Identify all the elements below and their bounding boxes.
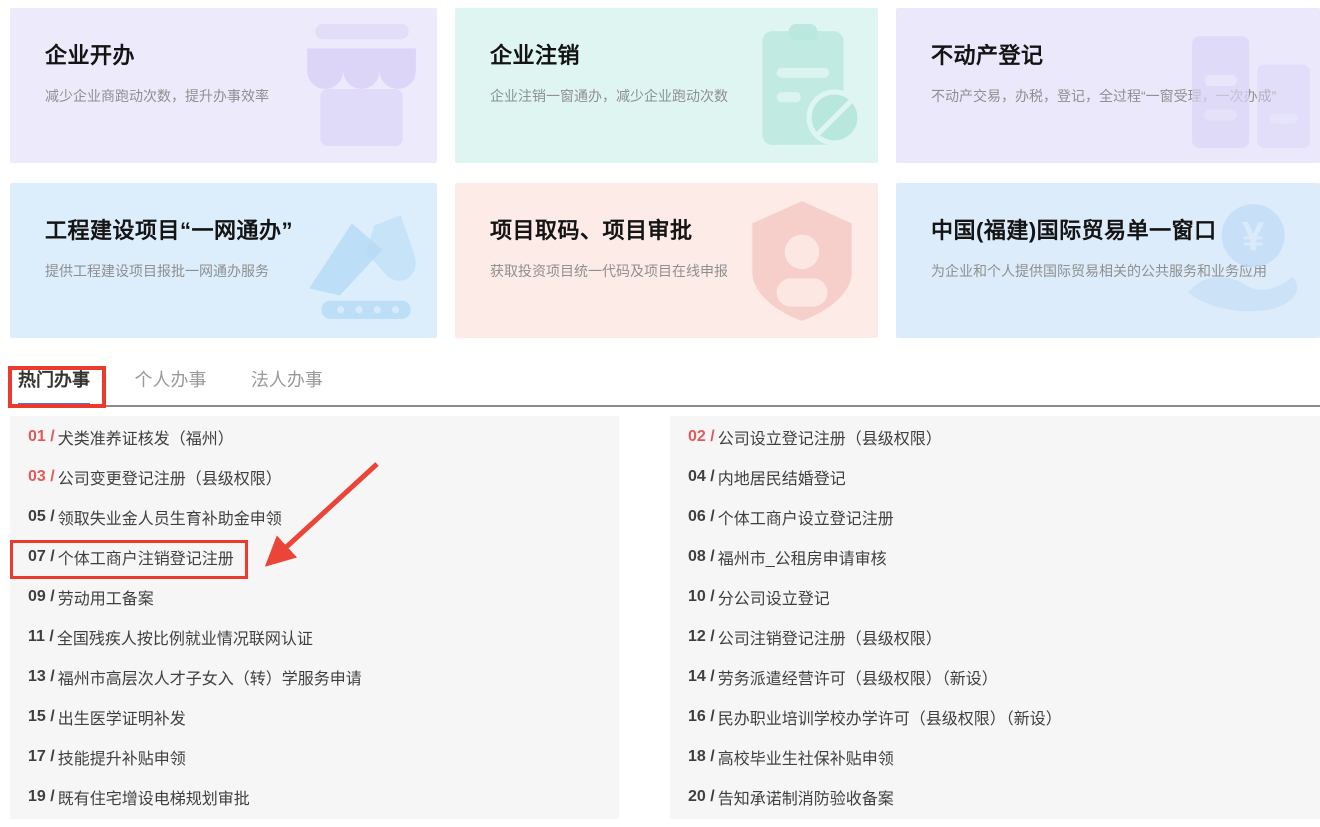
list-item-15[interactable]: 15 / 出生医学证明补发 [10, 697, 619, 737]
item-number: 15 / [28, 708, 55, 726]
card-subtitle: 获取投资项目统一代码及项目在线申报 [490, 260, 838, 282]
card-subtitle: 不动产交易，办税，登记，全过程“一窗受理，一次办成” [931, 85, 1279, 107]
feature-card[interactable]: 项目取码、项目审批 获取投资项目统一代码及项目在线申报 [455, 183, 878, 338]
list-item-16[interactable]: 16 / 民办职业培训学校办学许可（县级权限）（新设） [670, 697, 1320, 737]
item-number: 18 / [688, 748, 715, 766]
item-label: 个体工商户注销登记注册 [58, 545, 234, 569]
hot-items-column-left: 01 / 犬类准养证核发（福州） 03 / 公司变更登记注册（县级权限） 05 … [10, 416, 619, 819]
item-number: 05 / [28, 508, 55, 526]
item-number: 19 / [28, 788, 55, 806]
card-subtitle: 为企业和个人提供国际贸易相关的公共服务和业务应用 [931, 260, 1279, 282]
list-item-09[interactable]: 09 / 劳动用工备案 [10, 577, 619, 617]
feature-card[interactable]: 工程建设项目“一网通办” 提供工程建设项目报批一网通办服务 [10, 183, 437, 338]
item-number: 14 / [688, 668, 715, 686]
item-label: 劳动用工备案 [58, 585, 154, 609]
item-number: 08 / [688, 548, 715, 566]
item-label: 告知承诺制消防验收备案 [718, 785, 894, 809]
list-item-04[interactable]: 04 / 内地居民结婚登记 [670, 457, 1320, 497]
feature-card[interactable]: 企业开办 减少企业商跑动次数，提升办事效率 [10, 8, 437, 163]
card-subtitle: 减少企业商跑动次数，提升办事效率 [45, 85, 393, 107]
feature-card[interactable]: 企业注销 企业注销一窗通办，减少企业跑动次数 [455, 8, 878, 163]
item-label: 福州市_公租房申请审核 [718, 545, 887, 569]
card-subtitle: 提供工程建设项目报批一网通办服务 [45, 260, 393, 282]
item-number: 11 / [28, 628, 54, 646]
services-page: 企业开办 减少企业商跑动次数，提升办事效率 企业注销 企业注销一窗通办，减少企业… [0, 0, 1320, 827]
item-number: 09 / [28, 588, 55, 606]
tabs-bar: 热门办事 个人办事 法人办事 [10, 338, 1320, 407]
list-item-02[interactable]: 02 / 公司设立登记注册（县级权限） [670, 417, 1320, 457]
list-item-12[interactable]: 12 / 公司注销登记注册（县级权限） [670, 617, 1320, 657]
hot-items-column-right: 02 / 公司设立登记注册（县级权限） 04 / 内地居民结婚登记 06 / 个… [670, 416, 1320, 819]
card-title: 项目取码、项目审批 [490, 213, 878, 245]
item-label: 内地居民结婚登记 [718, 465, 846, 489]
item-label: 全国残疾人按比例就业情况联网认证 [57, 625, 313, 649]
item-label: 劳务派遣经营许可（县级权限）（新设） [718, 665, 998, 689]
item-label: 既有住宅增设电梯规划审批 [58, 785, 250, 809]
item-number: 17 / [28, 748, 55, 766]
list-item-14[interactable]: 14 / 劳务派遣经营许可（县级权限）（新设） [670, 657, 1320, 697]
card-subtitle: 企业注销一窗通办，减少企业跑动次数 [490, 85, 838, 107]
list-item-06[interactable]: 06 / 个体工商户设立登记注册 [670, 497, 1320, 537]
list-item-13[interactable]: 13 / 福州市高层次人才子女入（转）学服务申请 [10, 657, 619, 697]
item-number: 02 / [688, 428, 715, 446]
card-title: 企业注销 [490, 38, 878, 70]
item-number: 07 / [28, 548, 55, 566]
item-label: 犬类准养证核发（福州） [58, 425, 234, 449]
list-item-10[interactable]: 10 / 分公司设立登记 [670, 577, 1320, 617]
item-label: 个体工商户设立登记注册 [718, 505, 894, 529]
list-item-20[interactable]: 20 / 告知承诺制消防验收备案 [670, 777, 1320, 817]
card-title: 工程建设项目“一网通办” [45, 213, 437, 245]
item-number: 10 / [688, 588, 715, 606]
item-number: 01 / [28, 428, 55, 446]
item-label: 分公司设立登记 [718, 585, 830, 609]
list-item-03[interactable]: 03 / 公司变更登记注册（县级权限） [10, 457, 619, 497]
feature-cards: 企业开办 减少企业商跑动次数，提升办事效率 企业注销 企业注销一窗通办，减少企业… [10, 8, 1320, 338]
item-label: 公司变更登记注册（县级权限） [58, 465, 282, 489]
tab-0[interactable]: 热门办事 [18, 370, 90, 405]
list-item-11[interactable]: 11 / 全国残疾人按比例就业情况联网认证 [10, 617, 619, 657]
item-number: 04 / [688, 468, 715, 486]
item-label: 技能提升补贴申领 [58, 745, 186, 769]
item-number: 20 / [688, 788, 715, 806]
tab-1[interactable]: 个人办事 [134, 370, 206, 405]
list-item-08[interactable]: 08 / 福州市_公租房申请审核 [670, 537, 1320, 577]
item-label: 领取失业金人员生育补助金申领 [58, 505, 282, 529]
list-item-18[interactable]: 18 / 高校毕业生社保补贴申领 [670, 737, 1320, 777]
tab-2[interactable]: 法人办事 [251, 370, 323, 405]
item-number: 16 / [688, 708, 715, 726]
item-number: 12 / [688, 628, 715, 646]
item-label: 公司注销登记注册（县级权限） [718, 625, 942, 649]
list-item-17[interactable]: 17 / 技能提升补贴申领 [10, 737, 619, 777]
card-title: 企业开办 [45, 38, 437, 70]
item-number: 03 / [28, 468, 55, 486]
list-item-19[interactable]: 19 / 既有住宅增设电梯规划审批 [10, 777, 619, 817]
list-item-01[interactable]: 01 / 犬类准养证核发（福州） [10, 417, 619, 457]
list-item-05[interactable]: 05 / 领取失业金人员生育补助金申领 [10, 497, 619, 537]
feature-card[interactable]: ¥ 中国(福建)国际贸易单一窗口 为企业和个人提供国际贸易相关的公共服务和业务应… [896, 183, 1320, 338]
item-label: 公司设立登记注册（县级权限） [718, 425, 942, 449]
item-number: 13 / [28, 668, 55, 686]
item-label: 出生医学证明补发 [58, 705, 186, 729]
hot-items-panel: 01 / 犬类准养证核发（福州） 03 / 公司变更登记注册（县级权限） 05 … [10, 416, 1320, 819]
item-label: 民办职业培训学校办学许可（县级权限）（新设） [718, 705, 1062, 729]
item-label: 高校毕业生社保补贴申领 [718, 745, 894, 769]
feature-card[interactable]: 不动产登记 不动产交易，办税，登记，全过程“一窗受理，一次办成” [896, 8, 1320, 163]
card-title: 不动产登记 [931, 38, 1320, 70]
item-number: 06 / [688, 508, 715, 526]
card-title: 中国(福建)国际贸易单一窗口 [931, 213, 1320, 245]
list-item-07[interactable]: 07 / 个体工商户注销登记注册 [10, 537, 619, 577]
item-label: 福州市高层次人才子女入（转）学服务申请 [58, 665, 362, 689]
